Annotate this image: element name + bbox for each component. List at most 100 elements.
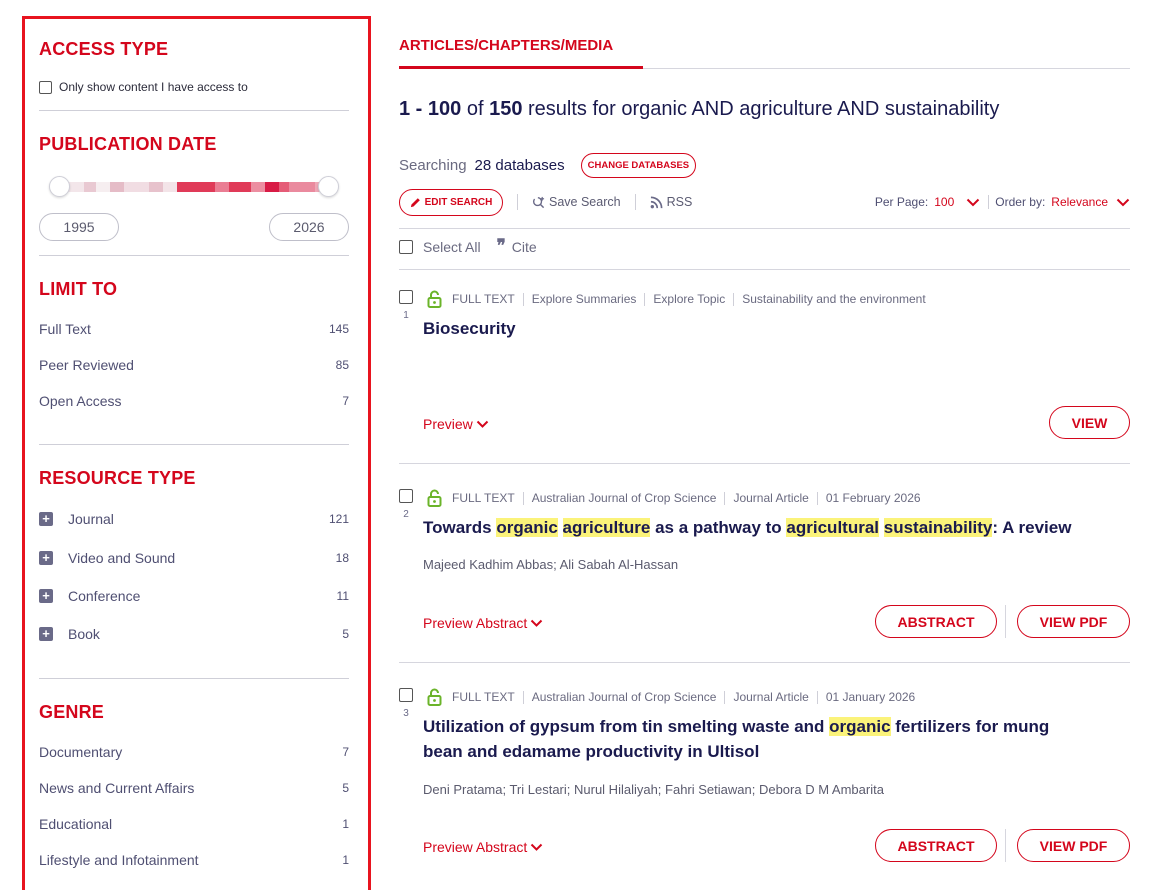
result-title[interactable]: Utilization of gypsum from tin smelting … — [423, 714, 1049, 764]
resource-video-and-sound[interactable]: + Video and Sound 18 — [39, 550, 349, 566]
access-type-heading: ACCESS TYPE — [39, 39, 169, 59]
slider-max-handle[interactable] — [318, 176, 339, 197]
preview-toggle[interactable]: Preview — [423, 416, 489, 432]
limit-full-text[interactable]: Full Text 145 — [39, 321, 349, 337]
expand-plus-icon[interactable]: + — [39, 627, 53, 641]
edit-search-button[interactable]: EDIT SEARCH — [399, 188, 503, 216]
tab-articles[interactable]: ARTICLES/CHAPTERS/MEDIA — [399, 37, 613, 54]
access-checkbox[interactable] — [39, 80, 52, 94]
explore-summaries-link[interactable]: Explore Summaries — [532, 292, 637, 306]
results-range: 1 - 100 — [399, 98, 462, 120]
facet-label: Full Text — [39, 321, 91, 337]
result-checkbox[interactable] — [399, 489, 413, 503]
result-number: 3 — [403, 708, 409, 719]
searching-line: Searching 28 databases CHANGE DATABASES — [399, 153, 697, 178]
limit-to-heading: LIMIT TO — [39, 279, 118, 299]
facet-label: Book — [68, 626, 100, 642]
abstract-button[interactable]: ABSTRACT — [875, 605, 997, 638]
result-number: 1 — [403, 310, 409, 321]
resource-conference[interactable]: + Conference 11 — [39, 588, 349, 604]
toolbar-separator — [634, 194, 636, 210]
view-button[interactable]: VIEW — [1049, 406, 1130, 439]
divider — [39, 678, 349, 679]
resource-journal[interactable]: + Journal 121 — [39, 511, 349, 527]
result-title[interactable]: Biosecurity — [423, 316, 516, 341]
journal-name[interactable]: Australian Journal of Crop Science — [532, 690, 717, 704]
document-type: Journal Article — [733, 491, 809, 505]
filter-sidebar: ACCESS TYPE Only show content I have acc… — [22, 16, 371, 890]
results-of: of — [466, 98, 484, 120]
full-text-label: FULL TEXT — [452, 292, 515, 306]
results-panel: ARTICLES/CHAPTERS/MEDIA 1 - 100 of 150 r… — [399, 0, 1130, 890]
select-all-checkbox[interactable] — [399, 239, 413, 254]
document-type: Journal Article — [733, 690, 809, 704]
button-separator — [1005, 605, 1006, 638]
result-item: 2 FULL TEXT Australian Journal of Crop S… — [399, 489, 1130, 661]
toolbar-separator — [517, 194, 518, 210]
abstract-button[interactable]: ABSTRACT — [875, 829, 997, 862]
divider — [399, 269, 1130, 270]
result-title[interactable]: Towards organic agriculture as a pathway… — [423, 515, 1071, 540]
facet-count: 145 — [328, 322, 349, 336]
change-databases-button[interactable]: CHANGE DATABASES — [580, 153, 697, 178]
save-search-icon — [532, 196, 545, 208]
save-search-link[interactable]: Save Search — [532, 195, 621, 209]
result-item: 1 FULL TEXT Explore Summaries Explore To… — [399, 290, 1130, 462]
preview-abstract-toggle[interactable]: Preview Abstract — [423, 839, 543, 855]
result-checkbox[interactable] — [399, 290, 413, 304]
chevron-down-icon[interactable] — [966, 198, 980, 207]
limit-peer-reviewed[interactable]: Peer Reviewed 85 — [39, 357, 349, 373]
facet-count: 121 — [328, 512, 349, 526]
expand-plus-icon[interactable]: + — [39, 589, 53, 603]
resource-type-heading: RESOURCE TYPE — [39, 468, 196, 488]
rss-link[interactable]: RSS — [650, 195, 692, 209]
date-range-slider[interactable] — [49, 173, 339, 201]
active-tab-underline — [399, 66, 643, 69]
view-pdf-button[interactable]: VIEW PDF — [1017, 605, 1130, 638]
facet-count: 11 — [336, 589, 349, 603]
resource-book[interactable]: + Book 5 — [39, 626, 349, 642]
database-count: 28 databases — [474, 157, 565, 174]
divider — [399, 662, 1130, 663]
facet-count: 85 — [335, 358, 349, 372]
per-page-label: Per Page: — [874, 195, 929, 209]
select-all-label[interactable]: Select All — [423, 239, 481, 255]
journal-name[interactable]: Australian Journal of Crop Science — [532, 491, 717, 505]
order-by-select[interactable]: Relevance — [1051, 195, 1108, 209]
explore-topic-link[interactable]: Explore Topic — [653, 292, 725, 306]
access-filter-option[interactable]: Only show content I have access to — [39, 80, 248, 94]
result-authors: Majeed Kadhim Abbas; Ali Sabah Al-Hassan — [423, 557, 679, 572]
edit-search-label: EDIT SEARCH — [424, 196, 493, 208]
view-pdf-button[interactable]: VIEW PDF — [1017, 829, 1130, 862]
per-page-select[interactable]: 100 — [934, 195, 954, 209]
genre-educational[interactable]: Educational 1 — [39, 816, 349, 832]
divider — [39, 110, 349, 111]
preview-label: Preview — [423, 416, 473, 432]
cite-button[interactable]: ❞ Cite — [497, 238, 537, 255]
preview-abstract-toggle[interactable]: Preview Abstract — [423, 615, 543, 631]
results-for-label: results for — [528, 98, 616, 120]
genre-documentary[interactable]: Documentary 7 — [39, 744, 349, 760]
expand-plus-icon[interactable]: + — [39, 512, 53, 526]
chevron-down-icon — [476, 420, 489, 428]
date-from-input[interactable]: 1995 — [39, 213, 119, 241]
limit-open-access[interactable]: Open Access 7 — [39, 393, 349, 409]
genre-lifestyle-and-infotainment[interactable]: Lifestyle and Infotainment 1 — [39, 852, 349, 868]
highlight: organic — [496, 518, 558, 537]
publication-date-heading: PUBLICATION DATE — [39, 134, 217, 154]
expand-plus-icon[interactable]: + — [39, 551, 53, 565]
highlight: agricultural — [786, 518, 880, 537]
save-search-label: Save Search — [549, 195, 621, 209]
search-query: organic AND agriculture AND sustainabili… — [621, 98, 1000, 120]
facet-label: News and Current Affairs — [39, 780, 195, 796]
open-lock-icon — [427, 688, 442, 706]
highlight: agriculture — [562, 518, 651, 537]
slider-min-handle[interactable] — [49, 176, 70, 197]
facet-label: Lifestyle and Infotainment — [39, 852, 199, 868]
date-to-input[interactable]: 2026 — [269, 213, 349, 241]
result-checkbox[interactable] — [399, 688, 413, 702]
chevron-down-icon[interactable] — [1116, 198, 1130, 207]
result-meta: FULL TEXT Australian Journal of Crop Sci… — [427, 489, 921, 507]
genre-news-and-current-affairs[interactable]: News and Current Affairs 5 — [39, 780, 349, 796]
results-options: Per Page: 100 Order by: Relevance — [875, 188, 1130, 216]
